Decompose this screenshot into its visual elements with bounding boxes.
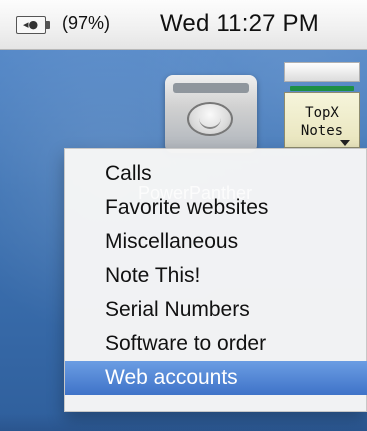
menu-item-label: Miscellaneous	[105, 230, 239, 253]
notes-dropdown-menu: PowerPanther Calls Favorite websites Mis…	[64, 148, 367, 412]
menu-item-label: Calls	[105, 162, 152, 185]
menu-item-miscellaneous[interactable]: Miscellaneous	[65, 225, 367, 259]
menu-bar: ◂● (97%) Wed 11:27 PM	[0, 0, 367, 50]
notes-label-line-2: Notes	[300, 123, 344, 139]
topx-notes-icon[interactable]: TopX Notes	[284, 62, 360, 148]
menu-item-label: Favorite websites	[105, 196, 269, 219]
plug-icon: ◂●	[23, 18, 39, 31]
battery-tip-icon	[46, 21, 50, 29]
menu-item-label: Software to order	[105, 332, 267, 355]
battery-icon: ◂●	[16, 16, 46, 34]
menu-item-serial-numbers[interactable]: Serial Numbers	[65, 293, 367, 327]
menu-item-label: Web accounts	[105, 366, 238, 389]
hard-drive-top	[173, 83, 249, 93]
desktop-screen: ◂● (97%) Wed 11:27 PM TopX Notes PowerPa…	[0, 0, 367, 431]
menu-item-favorite-websites[interactable]: Favorite websites	[65, 191, 367, 225]
menu-item-calls[interactable]: Calls	[65, 157, 367, 191]
notes-stripe	[290, 86, 354, 91]
chevron-down-icon	[340, 140, 350, 146]
menu-item-note-this[interactable]: Note This!	[65, 259, 367, 293]
menu-item-web-accounts[interactable]: Web accounts	[65, 361, 367, 395]
menu-item-label: Note This!	[105, 264, 201, 287]
menu-item-software-to-order[interactable]: Software to order	[65, 327, 367, 361]
desktop-bottom-edge	[0, 413, 367, 431]
hard-drive-icon[interactable]	[165, 75, 257, 153]
battery-percentage: (97%)	[62, 13, 111, 33]
notes-label-line-1: TopX	[305, 105, 339, 121]
menu-item-label: Serial Numbers	[105, 298, 250, 321]
battery-status[interactable]: ◂●	[16, 16, 52, 34]
menu-bar-clock[interactable]: Wed 11:27 PM	[160, 10, 319, 38]
notes-top-tab	[284, 62, 360, 82]
